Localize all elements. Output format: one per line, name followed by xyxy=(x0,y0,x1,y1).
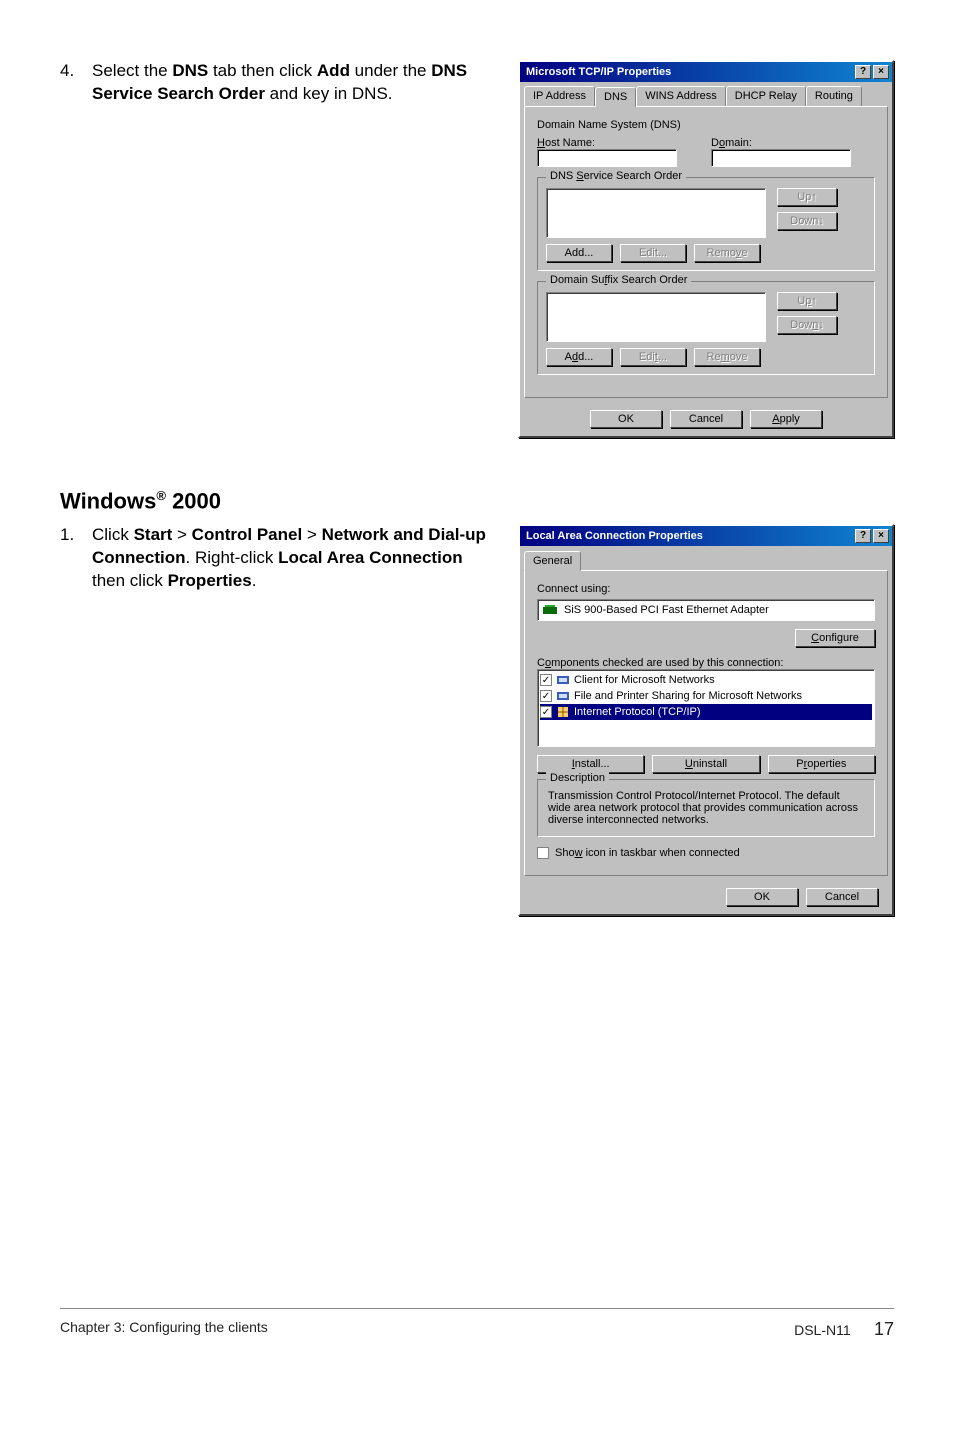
step1-number: 1. xyxy=(60,524,82,593)
list-item[interactable]: Client for Microsoft Networks xyxy=(540,672,872,688)
properties-button[interactable]: Properties xyxy=(768,755,875,773)
tcpip-cancel-button[interactable]: Cancel xyxy=(670,410,742,428)
lac-properties-dialog: Local Area Connection Properties ? × Gen… xyxy=(518,524,894,916)
page-number: 17 xyxy=(874,1319,894,1339)
list-item[interactable]: Internet Protocol (TCP/IP) xyxy=(540,704,872,720)
tab-ip-address[interactable]: IP Address xyxy=(524,86,595,106)
tcpip-titlebar: Microsoft TCP/IP Properties ? × xyxy=(520,62,892,82)
step4-text: 4. Select the DNS tab then click Add und… xyxy=(60,60,498,438)
tcpip-ok-button[interactable]: OK xyxy=(590,410,662,428)
configure-button[interactable]: Configure xyxy=(795,629,875,647)
suffix-edit-button[interactable]: Edit... xyxy=(620,348,686,366)
host-name-input[interactable] xyxy=(537,149,677,167)
dns-remove-button[interactable]: Remove xyxy=(694,244,760,262)
suffix-remove-button[interactable]: Remove xyxy=(694,348,760,366)
tcpip-apply-button[interactable]: Apply xyxy=(750,410,822,428)
suffix-up-button[interactable]: Up↑ xyxy=(777,292,837,310)
show-icon-label: Show icon in taskbar when connected xyxy=(555,847,740,859)
checkbox-icon[interactable] xyxy=(540,706,552,718)
domain-label: Domain: xyxy=(711,137,875,149)
tab-dns[interactable]: DNS xyxy=(595,87,636,107)
dns-service-legend: DNS Service Search Order xyxy=(546,170,686,182)
help-icon[interactable]: ? xyxy=(855,65,871,79)
page-footer: Chapter 3: Configuring the clients DSL-N… xyxy=(60,1308,894,1340)
network-card-icon xyxy=(542,603,558,617)
suffix-down-button[interactable]: Down↓ xyxy=(777,316,837,334)
components-label: Components checked are used by this conn… xyxy=(537,657,875,669)
lac-ok-button[interactable]: OK xyxy=(726,888,798,906)
close-icon[interactable]: × xyxy=(873,529,889,543)
step4-number: 4. xyxy=(60,60,82,106)
adapter-name: SiS 900-Based PCI Fast Ethernet Adapter xyxy=(564,604,769,616)
dns-add-button[interactable]: Add... xyxy=(546,244,612,262)
footer-chapter: Chapter 3: Configuring the clients xyxy=(60,1319,268,1340)
description-group: Description Transmission Control Protoco… xyxy=(537,779,875,837)
lac-title: Local Area Connection Properties xyxy=(526,530,703,542)
description-text: Transmission Control Protocol/Internet P… xyxy=(548,790,864,826)
list-item[interactable]: File and Printer Sharing for Microsoft N… xyxy=(540,688,872,704)
domain-input[interactable] xyxy=(711,149,851,167)
client-networks-icon xyxy=(556,673,570,687)
dns-down-button[interactable]: Down↓ xyxy=(777,212,837,230)
install-button[interactable]: Install... xyxy=(537,755,644,773)
connect-using-label: Connect using: xyxy=(537,583,875,595)
domain-suffix-search-order-group: Domain Suffix Search Order Up↑ Down↓ Add… xyxy=(537,281,875,375)
step1-text: 1. Click Start > Control Panel > Network… xyxy=(60,524,498,916)
tcpip-tabs: IP Address DNS WINS Address DHCP Relay R… xyxy=(520,82,892,106)
dns-up-button[interactable]: Up↑ xyxy=(777,188,837,206)
suffix-add-button[interactable]: Add... xyxy=(546,348,612,366)
tcpip-title: Microsoft TCP/IP Properties xyxy=(526,66,671,78)
tab-routing[interactable]: Routing xyxy=(806,86,862,106)
description-legend: Description xyxy=(546,772,609,784)
footer-model: DSL-N11 xyxy=(794,1322,851,1338)
file-printer-sharing-icon xyxy=(556,689,570,703)
domain-suffix-legend: Domain Suffix Search Order xyxy=(546,274,691,286)
windows-2000-heading: Windows® 2000 xyxy=(60,488,894,514)
domain-suffix-listbox[interactable] xyxy=(546,292,766,342)
adapter-display: SiS 900-Based PCI Fast Ethernet Adapter xyxy=(537,599,875,621)
dns-system-label: Domain Name System (DNS) xyxy=(537,119,875,131)
help-icon[interactable]: ? xyxy=(855,529,871,543)
show-icon-checkbox[interactable] xyxy=(537,847,549,859)
tab-wins-address[interactable]: WINS Address xyxy=(636,86,726,106)
lac-cancel-button[interactable]: Cancel xyxy=(806,888,878,906)
host-name-label: Host Name: xyxy=(537,137,701,149)
uninstall-button[interactable]: Uninstall xyxy=(652,755,759,773)
tab-general[interactable]: General xyxy=(524,551,581,571)
dns-service-search-order-group: DNS Service Search Order Up↑ Down↓ Add..… xyxy=(537,177,875,271)
checkbox-icon[interactable] xyxy=(540,674,552,686)
tcpip-properties-dialog: Microsoft TCP/IP Properties ? × IP Addre… xyxy=(518,60,894,438)
checkbox-icon[interactable] xyxy=(540,690,552,702)
tab-dhcp-relay[interactable]: DHCP Relay xyxy=(726,86,806,106)
lac-titlebar: Local Area Connection Properties ? × xyxy=(520,526,892,546)
tcpip-protocol-icon xyxy=(556,705,570,719)
close-icon[interactable]: × xyxy=(873,65,889,79)
dns-edit-button[interactable]: Edit... xyxy=(620,244,686,262)
components-listbox[interactable]: Client for Microsoft Networks File and P… xyxy=(537,669,875,747)
dns-service-listbox[interactable] xyxy=(546,188,766,238)
